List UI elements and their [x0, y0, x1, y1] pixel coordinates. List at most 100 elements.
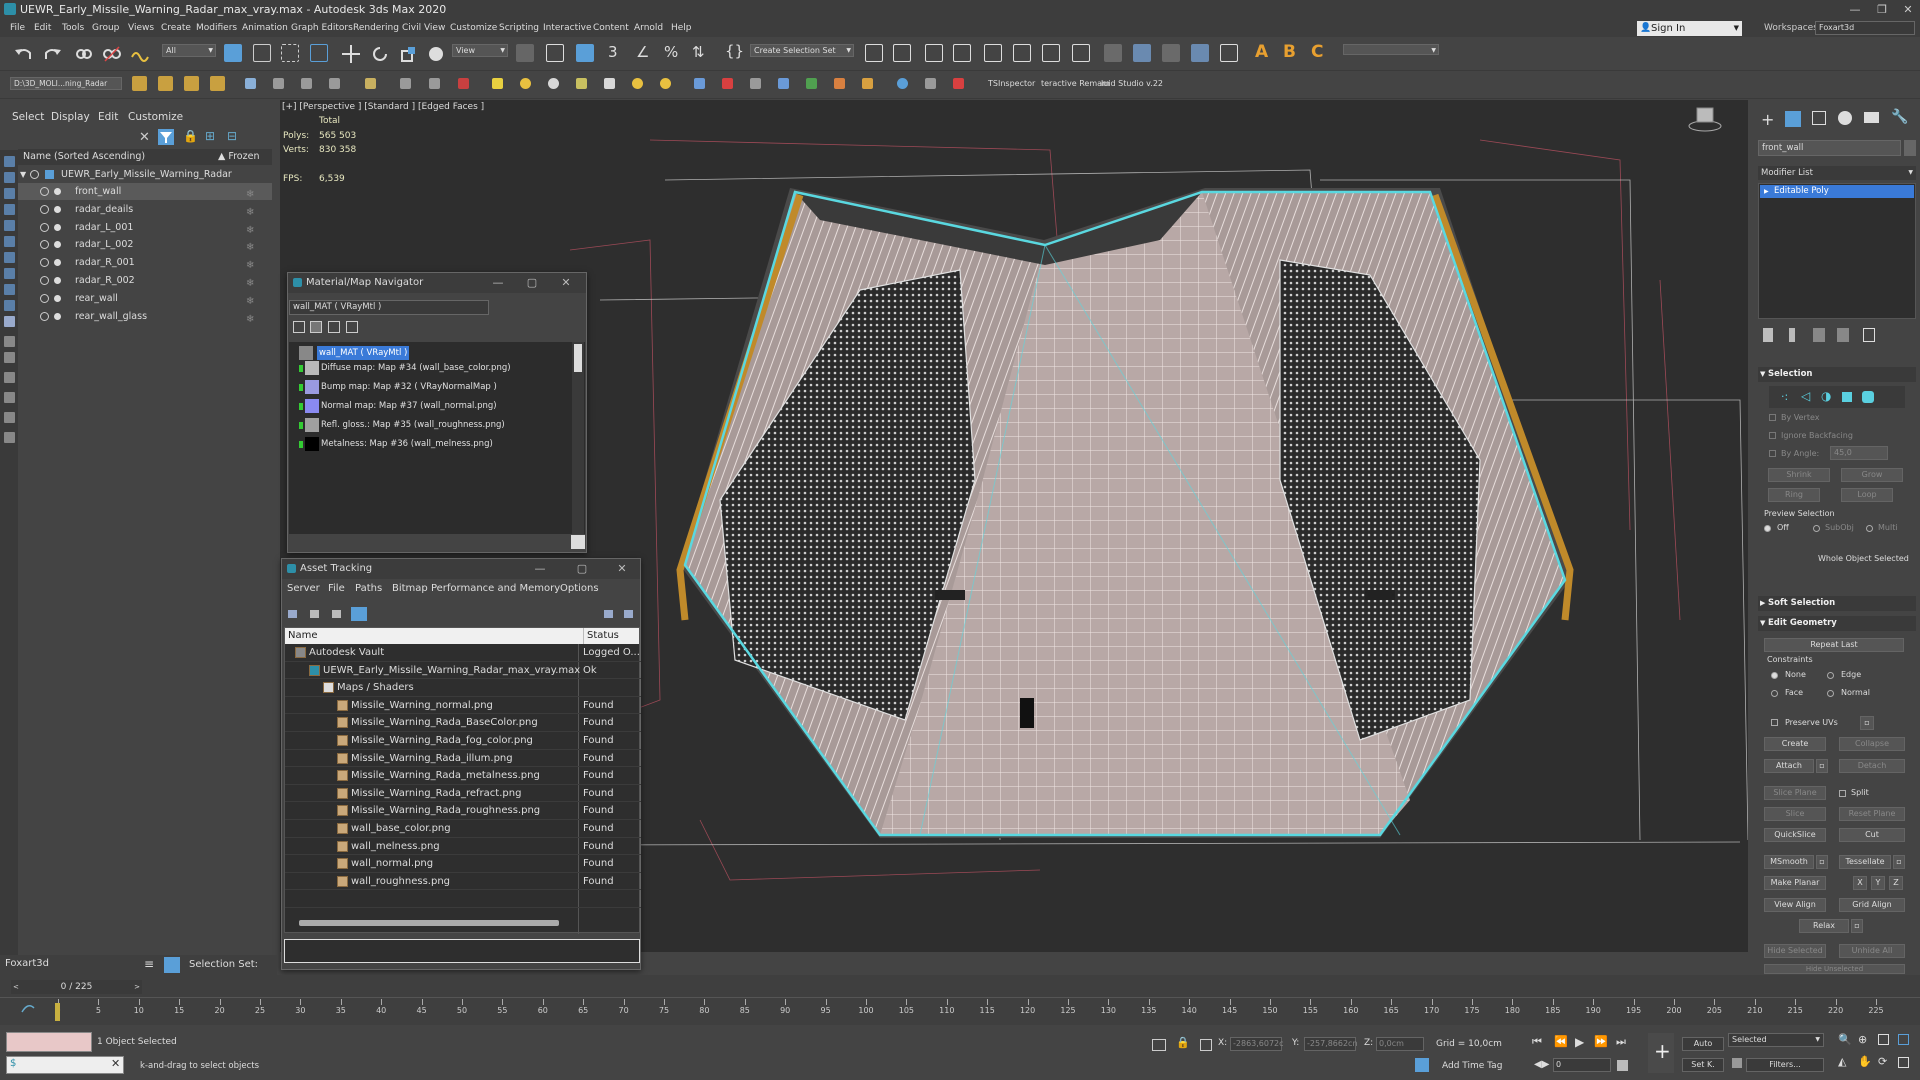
- menu-arnold[interactable]: Arnold: [634, 19, 663, 37]
- element-mode-icon[interactable]: [1862, 391, 1874, 403]
- horizontal-scrollbar-thumb[interactable]: [299, 920, 559, 926]
- spot-light-icon[interactable]: [604, 78, 615, 89]
- display-none-toggle-icon[interactable]: [4, 392, 15, 403]
- project-folder-icon[interactable]: [132, 76, 147, 91]
- view-align-button[interactable]: View Align: [1764, 898, 1826, 912]
- select-object-icon[interactable]: [224, 44, 242, 62]
- hierarchy-icon[interactable]: ⊞: [205, 129, 215, 143]
- redo-icon[interactable]: [42, 45, 62, 63]
- time-slider[interactable]: < 0 / 225 >: [11, 980, 142, 994]
- play-icon[interactable]: ▶: [1575, 1035, 1584, 1049]
- render-dot-icon[interactable]: [54, 205, 61, 213]
- reference-coordinate-dropdown[interactable]: View ▼: [452, 44, 508, 57]
- asset-row[interactable]: Missile_Warning_Rada_fog_color.png Found: [285, 732, 641, 750]
- goto-start-icon[interactable]: ⏮: [1532, 1035, 1542, 1049]
- pin-stack-icon[interactable]: [1763, 328, 1773, 342]
- menu-content[interactable]: Content: [593, 19, 629, 37]
- absolute-mode-icon[interactable]: [1200, 1039, 1212, 1051]
- server-icon[interactable]: [288, 610, 297, 618]
- menu-modifiers[interactable]: Modifiers: [196, 19, 237, 37]
- attach-button[interactable]: Attach: [1764, 759, 1814, 773]
- soft-selection-rollout-header[interactable]: ▶ Soft Selection: [1758, 596, 1916, 611]
- visibility-eye-icon[interactable]: [40, 240, 49, 250]
- collapse-button[interactable]: Collapse: [1839, 737, 1905, 751]
- maximize-button[interactable]: ❐: [1870, 0, 1894, 19]
- display-tab-icon[interactable]: [1864, 112, 1879, 123]
- display-all-icon[interactable]: [4, 372, 15, 383]
- vray-frame-buffer-icon[interactable]: [1220, 44, 1238, 62]
- vertex-mode-icon[interactable]: ·:: [1781, 390, 1788, 403]
- list-tool-icon[interactable]: [329, 78, 340, 89]
- viewcube-icon[interactable]: [1685, 100, 1725, 140]
- get-latest-icon[interactable]: [351, 607, 367, 621]
- tree-item[interactable]: radar_L_002 ❄: [18, 236, 272, 253]
- asset-row[interactable]: Missile_Warning_Rada_metalness.png Found: [285, 767, 641, 785]
- material-name-field[interactable]: wall_MAT ( VRayMtl ): [289, 300, 489, 315]
- zoom-all-icon[interactable]: ⊕: [1858, 1033, 1867, 1046]
- add-time-tag-label[interactable]: Add Time Tag: [1442, 1061, 1502, 1071]
- make-planar-z-button[interactable]: Z: [1889, 876, 1903, 890]
- tree-item[interactable]: radar_R_002 ❄: [18, 272, 272, 289]
- fluid-studio-label[interactable]: luid Studio v.22: [1101, 79, 1163, 88]
- ambient-light-icon[interactable]: [660, 78, 671, 89]
- tree-item[interactable]: radar_R_001 ❄: [18, 254, 272, 271]
- toggle-layer-explorer-icon[interactable]: [953, 44, 971, 62]
- split-checkbox[interactable]: [1839, 790, 1846, 797]
- key-mode-icon[interactable]: ◀▶: [1534, 1059, 1549, 1070]
- hide-selected-button[interactable]: Hide Selected: [1764, 944, 1826, 958]
- render-dot-icon[interactable]: [54, 277, 61, 284]
- place-icon[interactable]: [426, 44, 446, 64]
- set-key-button[interactable]: Set K.: [1682, 1058, 1724, 1072]
- column-status[interactable]: Status: [583, 628, 619, 644]
- vray-scatter-icon[interactable]: [806, 78, 817, 89]
- stack-item-editable-poly[interactable]: ▶ Editable Poly: [1760, 185, 1914, 198]
- menu-group[interactable]: Group: [92, 19, 119, 37]
- link-icon[interactable]: [74, 45, 94, 63]
- polygon-mode-icon[interactable]: [1842, 392, 1852, 402]
- visibility-eye-icon[interactable]: [40, 311, 49, 321]
- save-folder-icon[interactable]: [184, 76, 199, 91]
- asset-row[interactable]: Missile_Warning_Rada_illum.png Found: [285, 750, 641, 768]
- zoom-extents-icon[interactable]: [1878, 1034, 1889, 1045]
- menu-scripting[interactable]: Scripting: [499, 19, 539, 37]
- prev-key-icon[interactable]: ⏪: [1554, 1035, 1568, 1048]
- menu-interactive[interactable]: Interactive: [543, 19, 591, 37]
- next-frame-icon[interactable]: >: [134, 980, 140, 994]
- z-coordinate-field[interactable]: 0,0cm: [1376, 1037, 1424, 1051]
- arnold-a-icon[interactable]: A: [1255, 42, 1268, 62]
- vray-plane-icon[interactable]: [750, 78, 761, 89]
- tessellate-settings-button[interactable]: ▫: [1893, 855, 1905, 869]
- vray-camera-icon[interactable]: [897, 78, 908, 89]
- hide-unselected-button[interactable]: Hide Unselected: [1764, 964, 1905, 974]
- make-unique-icon[interactable]: [1813, 328, 1825, 342]
- selection-filter-dropdown[interactable]: All ▼: [162, 44, 216, 57]
- vray-decal-icon[interactable]: [862, 78, 873, 89]
- dome-light-icon[interactable]: [548, 78, 559, 89]
- scrollbar-thumb[interactable]: [574, 344, 582, 372]
- snowflake-icon[interactable]: ❄: [246, 311, 254, 328]
- check-in-icon[interactable]: [310, 610, 319, 618]
- hierarchy-tab-icon[interactable]: [1812, 111, 1826, 125]
- next-key-icon[interactable]: ⏩: [1594, 1035, 1608, 1048]
- menu-customize[interactable]: Customize: [450, 19, 497, 37]
- time-config-icon[interactable]: [1617, 1060, 1628, 1071]
- maximize-button[interactable]: ▢: [570, 559, 594, 579]
- minimize-button[interactable]: —: [486, 273, 510, 293]
- asset-row[interactable]: Missile_Warning_Rada_roughness.png Found: [285, 802, 641, 820]
- tree-item[interactable]: front_wall ❄: [18, 183, 272, 200]
- show-end-result-icon[interactable]: [1789, 328, 1795, 342]
- constraint-none-radio[interactable]: [1771, 672, 1778, 679]
- sphere-light-icon[interactable]: [520, 78, 531, 89]
- arnold-b-icon[interactable]: B: [1283, 42, 1296, 62]
- menu-rendering[interactable]: Rendering: [353, 19, 399, 37]
- constraint-face-radio[interactable]: [1771, 690, 1778, 697]
- tree-item[interactable]: radar_L_001 ❄: [18, 219, 272, 236]
- scale-icon[interactable]: [399, 44, 419, 64]
- transform-tool-icon[interactable]: [429, 78, 440, 89]
- display-bones-icon[interactable]: [4, 300, 15, 311]
- tree-root[interactable]: ▼ UEWR_Early_Missile_Warning_Radar: [18, 166, 272, 183]
- material-tree-scrollbar[interactable]: [572, 342, 584, 534]
- unhide-all-button[interactable]: Unhide All: [1839, 944, 1905, 958]
- relax-settings-button[interactable]: ▫: [1851, 919, 1863, 933]
- clear-filter-icon[interactable]: ✕: [139, 130, 150, 145]
